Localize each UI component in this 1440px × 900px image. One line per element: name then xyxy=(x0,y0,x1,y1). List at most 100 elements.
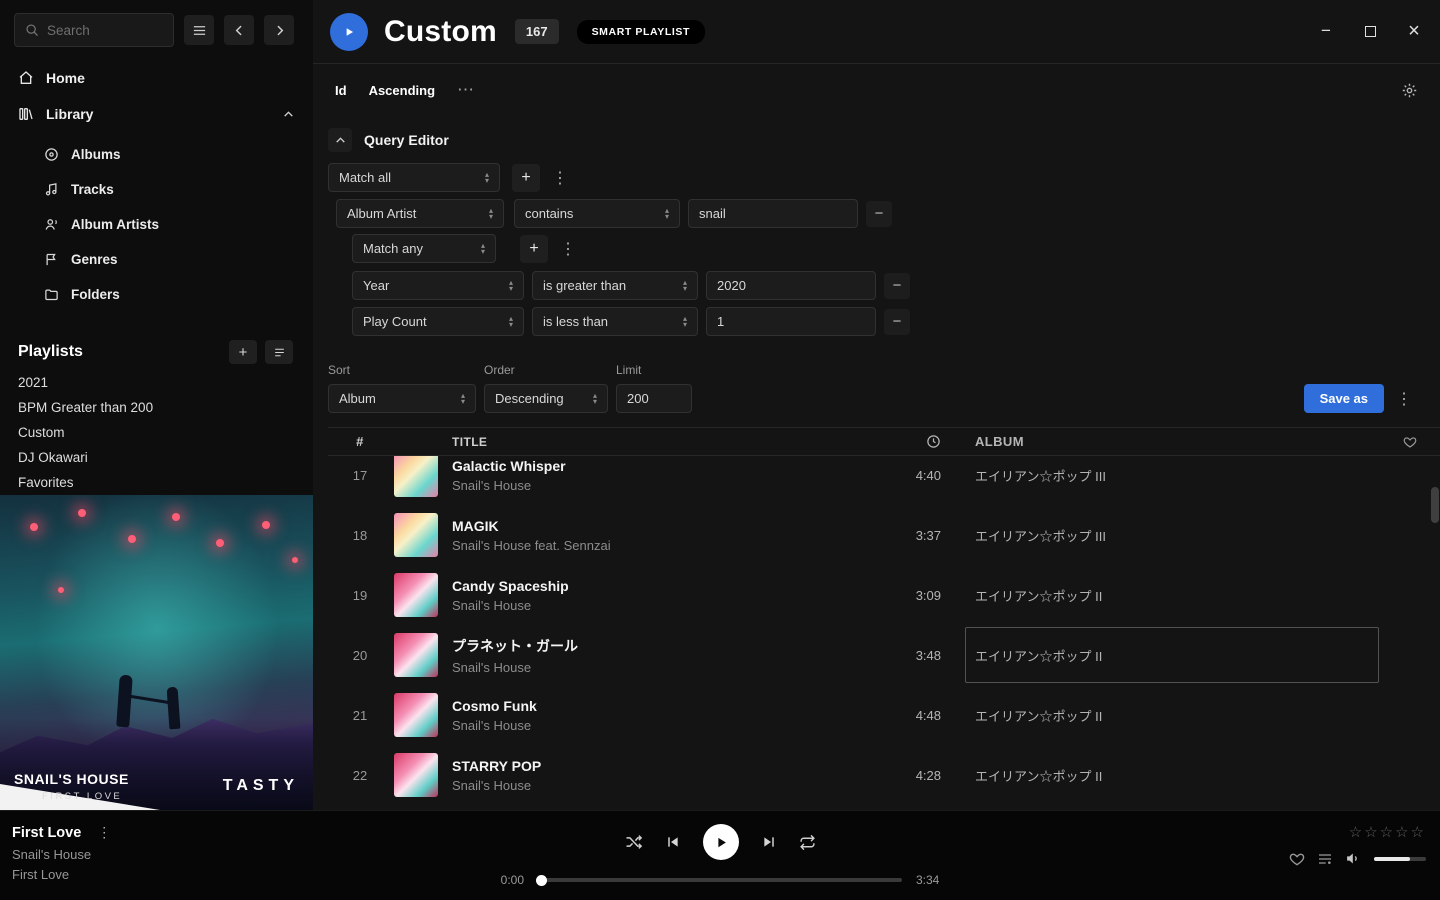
limit-input[interactable]: 200 xyxy=(616,384,692,413)
volume-button[interactable] xyxy=(1345,850,1362,867)
rule-operator-select[interactable]: is greater than ▴▾ xyxy=(532,271,698,300)
playlist-item[interactable]: DJ Okawari xyxy=(0,445,313,470)
repeat-button[interactable] xyxy=(799,834,816,851)
rule-field-select[interactable]: Album Artist ▴▾ xyxy=(336,199,504,228)
sidebar-item-label: Album Artists xyxy=(71,217,159,232)
playlist-item[interactable]: Custom xyxy=(0,420,313,445)
track-options-button[interactable]: ⋮ xyxy=(93,824,115,841)
back-button[interactable] xyxy=(224,15,254,45)
save-menu-button[interactable]: ⋮ xyxy=(1392,384,1416,413)
now-playing-title[interactable]: First Love xyxy=(12,825,81,841)
chevron-up-icon[interactable] xyxy=(282,108,295,121)
star-icon[interactable]: ☆ xyxy=(1411,824,1426,841)
menu-button[interactable] xyxy=(184,15,214,45)
rule-group-menu-button[interactable]: ⋮ xyxy=(548,168,572,188)
more-options-button[interactable]: ⋯ xyxy=(457,80,474,100)
playlist-item[interactable]: BPM Greater than 200 xyxy=(0,395,313,420)
track-row[interactable]: 22 STARRY POP Snail's House 4:28 エイリアン☆ポ… xyxy=(328,745,1440,805)
sidebar-item-albums[interactable]: Albums xyxy=(0,137,313,172)
track-artist[interactable]: Snail's House xyxy=(452,660,881,675)
group-menu-button[interactable]: ⋮ xyxy=(556,239,580,259)
sidebar-item-genres[interactable]: Genres xyxy=(0,242,313,277)
track-album-focused-cell[interactable]: エイリアン☆ポップ II xyxy=(965,627,1379,683)
star-icon[interactable]: ☆ xyxy=(1349,824,1364,841)
queue-button[interactable] xyxy=(1317,851,1333,867)
add-playlist-button[interactable]: + xyxy=(229,340,257,364)
track-album[interactable]: エイリアン☆ポップ III xyxy=(965,505,1379,565)
track-artist[interactable]: Snail's House feat. Sennzai xyxy=(452,538,881,553)
track-row[interactable]: 21 Cosmo Funk Snail's House 4:48 エイリアン☆ポ… xyxy=(328,685,1440,745)
rule-value-input[interactable]: 1 xyxy=(706,307,876,336)
next-button[interactable] xyxy=(761,834,777,850)
search-input[interactable]: Search xyxy=(14,13,174,47)
now-playing-artist[interactable]: Snail's House xyxy=(12,847,115,862)
track-row[interactable]: 18 MAGIK Snail's House feat. Sennzai 3:3… xyxy=(328,505,1440,565)
sidebar-item-library[interactable]: Library xyxy=(0,96,313,132)
progress-handle[interactable] xyxy=(536,875,547,886)
track-artist[interactable]: Snail's House xyxy=(452,778,881,793)
rule-value-input[interactable]: snail xyxy=(688,199,858,228)
rule-operator-select[interactable]: contains ▴▾ xyxy=(514,199,680,228)
track-album[interactable]: エイリアン☆ポップ II xyxy=(965,565,1379,625)
window-maximize-button[interactable] xyxy=(1348,10,1392,52)
track-album[interactable]: エイリアン☆ポップ II xyxy=(965,685,1379,745)
rating-stars[interactable]: ☆☆☆☆☆ xyxy=(1349,823,1426,841)
rule-operator-select[interactable]: is less than ▴▾ xyxy=(532,307,698,336)
playlist-play-button[interactable] xyxy=(330,13,368,51)
sort-select[interactable]: Album ▴▾ xyxy=(328,384,476,413)
track-artist[interactable]: Snail's House xyxy=(452,598,881,613)
star-icon[interactable]: ☆ xyxy=(1395,824,1410,841)
forward-button[interactable] xyxy=(264,15,294,45)
track-album[interactable]: エイリアン☆ポップ III xyxy=(965,456,1379,505)
window-minimize-button[interactable]: − xyxy=(1304,10,1348,52)
artwork-figure-arm xyxy=(128,695,172,705)
order-select[interactable]: Descending ▴▾ xyxy=(484,384,608,413)
group-match-type-select[interactable]: Match any ▴▾ xyxy=(352,234,496,263)
sidebar-item-folders[interactable]: Folders xyxy=(0,277,313,312)
query-editor-collapse-button[interactable] xyxy=(328,128,352,152)
track-artist[interactable]: Snail's House xyxy=(452,478,881,493)
track-row[interactable]: 20 プラネット・ガール Snail's House 3:48 エイリアン☆ポッ… xyxy=(328,625,1440,685)
clock-icon xyxy=(926,434,941,449)
remove-rule-button[interactable]: − xyxy=(884,273,910,299)
playlist-item[interactable]: Favorites xyxy=(0,470,313,495)
match-type-select[interactable]: Match all ▴▾ xyxy=(328,163,500,192)
column-favorite-header[interactable] xyxy=(1379,435,1440,449)
rule-field-select[interactable]: Play Count ▴▾ xyxy=(352,307,524,336)
star-icon[interactable]: ☆ xyxy=(1380,824,1395,841)
track-album[interactable]: エイリアン☆ポップ II xyxy=(965,745,1379,805)
track-row[interactable]: 19 Candy Spaceship Snail's House 3:09 エイ… xyxy=(328,565,1440,625)
rule-field-select[interactable]: Year ▴▾ xyxy=(352,271,524,300)
progress-bar[interactable] xyxy=(538,878,902,882)
playlist-item[interactable]: 2021 xyxy=(0,370,313,395)
column-title-header[interactable]: TITLE xyxy=(452,435,881,449)
column-album-header[interactable]: ALBUM xyxy=(965,428,1379,455)
save-as-button[interactable]: Save as xyxy=(1304,384,1384,413)
column-number-header[interactable]: # xyxy=(328,434,392,449)
track-artist[interactable]: Snail's House xyxy=(452,718,881,733)
settings-button[interactable] xyxy=(1401,82,1418,99)
previous-button[interactable] xyxy=(665,834,681,850)
scrollbar-thumb[interactable] xyxy=(1431,487,1439,523)
play-button[interactable] xyxy=(703,824,739,860)
sort-direction-button[interactable]: Ascending xyxy=(369,83,435,98)
limit-label: Limit xyxy=(616,363,692,377)
now-playing-album[interactable]: First Love xyxy=(12,867,115,882)
sidebar-item-album-artists[interactable]: Album Artists xyxy=(0,207,313,242)
sidebar-item-home[interactable]: Home xyxy=(0,60,313,96)
window-close-button[interactable]: × xyxy=(1392,10,1436,52)
rule-value-input[interactable]: 2020 xyxy=(706,271,876,300)
sidebar-item-tracks[interactable]: Tracks xyxy=(0,172,313,207)
group-add-rule-button[interactable]: + xyxy=(520,235,548,263)
sort-field-button[interactable]: Id xyxy=(335,83,347,98)
add-rule-button[interactable]: + xyxy=(512,164,540,192)
volume-slider[interactable] xyxy=(1374,857,1426,861)
favorite-button[interactable] xyxy=(1289,851,1305,867)
remove-rule-button[interactable]: − xyxy=(866,201,892,227)
track-row[interactable]: 17 Galactic Whisper Snail's House 4:40 エ… xyxy=(328,456,1440,505)
playlist-list-button[interactable] xyxy=(265,340,293,364)
remove-rule-button[interactable]: − xyxy=(884,309,910,335)
shuffle-button[interactable] xyxy=(625,833,643,851)
column-duration-header[interactable] xyxy=(881,434,941,449)
star-icon[interactable]: ☆ xyxy=(1364,824,1379,841)
